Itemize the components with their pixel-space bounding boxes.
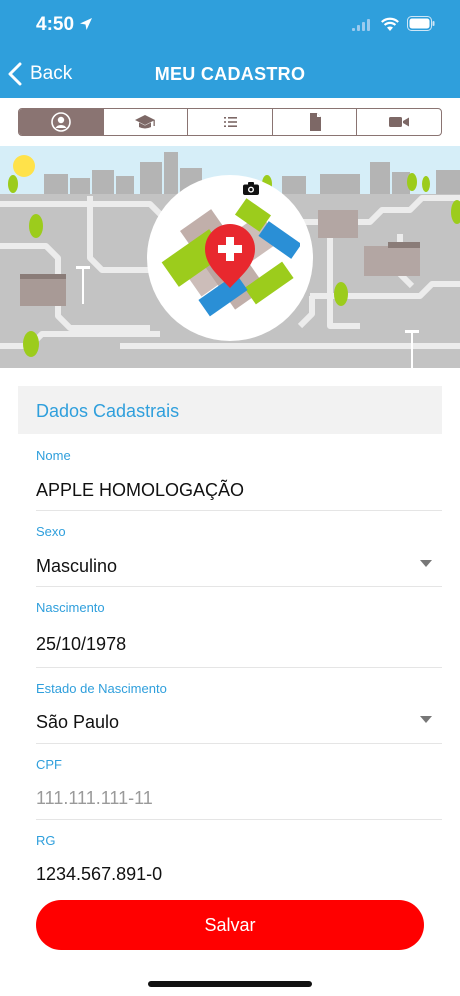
name-label: Nome: [36, 448, 71, 463]
wifi-icon: [381, 17, 399, 31]
rg-label: RG: [36, 833, 56, 848]
signal-icon: [352, 19, 370, 31]
birthdate-value[interactable]: 25/10/1978: [36, 634, 126, 655]
status-bar: 4:50: [0, 0, 460, 50]
tab-personal-data[interactable]: [19, 109, 103, 135]
graduation-cap-icon: [135, 115, 156, 129]
tab-education[interactable]: [102, 109, 188, 135]
document-icon: [309, 113, 321, 131]
sex-value[interactable]: Masculino: [36, 556, 117, 577]
dropdown-arrow-icon[interactable]: [420, 716, 432, 723]
rg-field[interactable]: RG 1234.567.891-0: [36, 824, 442, 894]
birth-state-select[interactable]: Estado de Nascimento São Paulo: [36, 672, 442, 744]
sex-label: Sexo: [36, 524, 66, 539]
tab-documents[interactable]: [271, 109, 357, 135]
section-header: Dados Cadastrais: [18, 386, 442, 434]
camera-icon[interactable]: [243, 182, 259, 195]
cpf-field[interactable]: CPF 111.111.111-11: [36, 748, 442, 820]
rg-value[interactable]: 1234.567.891-0: [36, 864, 162, 885]
user-icon: [50, 112, 71, 132]
dropdown-arrow-icon[interactable]: [420, 560, 432, 567]
cpf-placeholder[interactable]: 111.111.111-11: [36, 788, 153, 809]
navigation-bar: Back MEU CADASTRO: [0, 50, 460, 98]
birth-state-label: Estado de Nascimento: [36, 681, 167, 696]
birth-state-value[interactable]: São Paulo: [36, 712, 119, 733]
tab-list[interactable]: [187, 109, 272, 135]
section-title: Dados Cadastrais: [36, 401, 180, 421]
profile-tab-bar: [18, 108, 442, 136]
birthdate-label: Nascimento: [36, 600, 105, 615]
list-icon: [223, 117, 237, 127]
app-logo-icon: [161, 198, 300, 317]
tab-video[interactable]: [356, 109, 441, 135]
home-indicator: [148, 981, 312, 987]
video-camera-icon: [389, 117, 410, 127]
save-button[interactable]: Salvar: [36, 900, 424, 950]
name-value[interactable]: APPLE HOMOLOGAÇÃO: [36, 480, 244, 501]
birthdate-field[interactable]: Nascimento 25/10/1978: [36, 591, 442, 668]
page-title: MEU CADASTRO: [154, 64, 306, 84]
cpf-label: CPF: [36, 757, 62, 772]
name-field[interactable]: Nome APPLE HOMOLOGAÇÃO: [36, 440, 442, 511]
battery-icon: [407, 16, 435, 31]
sex-select[interactable]: Sexo Masculino: [36, 515, 442, 587]
status-time: 4:50: [36, 14, 75, 35]
location-arrow-icon: [80, 18, 92, 30]
